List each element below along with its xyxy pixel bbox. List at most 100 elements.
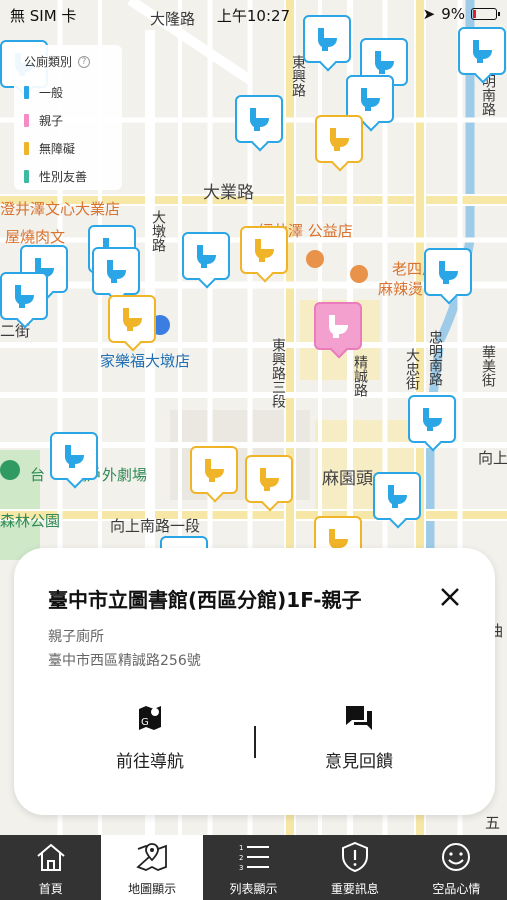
toilet-type: 親子廁所 xyxy=(48,629,104,645)
smiley-icon xyxy=(442,843,471,871)
toilet-icon xyxy=(260,468,279,491)
location-arrow-icon: ➤ xyxy=(422,5,436,23)
toilet-pin-yellow[interactable] xyxy=(108,295,156,343)
toilet-icon xyxy=(375,51,394,74)
battery-percent: 9% xyxy=(441,5,465,23)
action-divider xyxy=(254,726,256,758)
map-label-store-left: 澄井澤文心大業店 xyxy=(0,200,121,218)
svg-text:3: 3 xyxy=(239,864,243,872)
svg-text:2: 2 xyxy=(239,854,243,862)
legend-swatch xyxy=(24,113,29,127)
close-icon[interactable] xyxy=(437,584,463,610)
toilet-pin-blue[interactable] xyxy=(235,95,283,143)
legend-title: 公廁類別 xyxy=(24,55,73,69)
toilet-icon xyxy=(197,245,216,268)
tab-important-news[interactable]: 重要訊息 xyxy=(304,835,405,900)
restaurant-marker-icon[interactable] xyxy=(306,250,324,268)
bottom-tab-bar: 首頁 地圖顯示 1 2 3 列表顯示 重要訊息 空品心情 xyxy=(0,835,507,900)
toilet-detail-card: 臺中市立圖書館(西區分館)1F-親子 親子廁所 臺中市西區精誠路256號 G 前… xyxy=(14,548,495,815)
tab-map[interactable]: 地圖顯示 xyxy=(101,835,203,900)
tab-list[interactable]: 1 2 3 列表顯示 xyxy=(203,835,304,900)
toilet-pin-blue[interactable] xyxy=(424,248,472,296)
map-label-store-left2: 屋燒肉文 xyxy=(5,228,66,246)
toilet-pin-blue[interactable] xyxy=(373,472,421,520)
toilet-icon xyxy=(439,261,458,284)
legend-item: 親子 xyxy=(24,106,112,134)
legend-swatch xyxy=(24,85,29,99)
battery-icon xyxy=(471,8,500,20)
map-label-daye-road: 大業路 xyxy=(203,183,254,203)
feedback-button[interactable]: 意見回饋 xyxy=(289,703,429,772)
toilet-pin-yellow[interactable] xyxy=(240,226,288,274)
tab-air-quality[interactable]: 空品心情 xyxy=(406,835,507,900)
toilet-pin-blue[interactable] xyxy=(50,432,98,480)
chat-feedback-icon xyxy=(346,706,372,730)
legend-item: 性別友善 xyxy=(24,162,112,190)
toilet-pin-blue[interactable] xyxy=(458,27,506,75)
map-label-zhongming: 忠明南路 xyxy=(427,330,443,386)
map-label-tai: 台 xyxy=(30,466,46,484)
toilet-name: 臺中市立圖書館(西區分館)1F-親子 xyxy=(48,588,362,612)
park-marker-icon[interactable] xyxy=(0,460,20,480)
tab-home[interactable]: 首頁 xyxy=(0,835,101,900)
shield-alert-icon xyxy=(341,841,368,873)
toilet-icon xyxy=(250,108,269,131)
toilet-pin-blue[interactable] xyxy=(92,247,140,295)
map-label-wu: 五 xyxy=(485,814,501,832)
map-label-dazhong: 大忠街 xyxy=(404,348,420,390)
map-label-dongxing: 東興路三段 xyxy=(270,338,286,408)
legend-item-label: 性別友善 xyxy=(39,169,88,184)
legend-item: 無障礙 xyxy=(24,134,112,162)
toilet-pin-blue[interactable] xyxy=(408,395,456,443)
toilet-pin-blue[interactable] xyxy=(0,272,48,320)
map-label-huamei: 華美街 xyxy=(480,345,496,387)
map-label-carrefour: 家樂福大墩店 xyxy=(100,352,191,370)
legend-item-label: 親子 xyxy=(39,113,64,128)
legend-swatch xyxy=(24,169,29,183)
toilet-icon xyxy=(205,459,224,482)
legend-item-label: 一般 xyxy=(39,85,64,100)
home-icon xyxy=(37,843,65,871)
map-label-xiangshang: 向上南路一段 xyxy=(110,517,201,535)
navigate-button[interactable]: G 前往導航 xyxy=(80,703,220,772)
tab-label: 空品心情 xyxy=(432,882,481,896)
tab-label: 首頁 xyxy=(38,882,63,896)
restaurant-marker-icon[interactable] xyxy=(350,265,368,283)
tab-label: 重要訊息 xyxy=(330,882,379,896)
toilet-pin-yellow[interactable] xyxy=(190,446,238,494)
toilet-icon xyxy=(123,308,142,331)
toilet-icon xyxy=(15,285,34,308)
toilet-address: 臺中市西區精誠路256號 xyxy=(48,653,201,669)
list-icon: 1 2 3 xyxy=(239,844,269,872)
toilet-icon xyxy=(107,260,126,283)
map-label-mayuan: 麻園頭 xyxy=(322,469,373,489)
toilet-icon xyxy=(473,40,492,63)
toilet-icon xyxy=(65,445,84,468)
toilet-pin-blue[interactable] xyxy=(182,232,230,280)
map-label-mala: 麻辣燙 xyxy=(378,280,424,298)
navigate-label: 前往導航 xyxy=(116,752,184,772)
toilet-pin-yellow[interactable] xyxy=(315,115,363,163)
toilet-icon xyxy=(361,88,380,111)
navigation-icon: G xyxy=(139,706,161,730)
toilet-icon xyxy=(388,485,407,508)
status-bar: 無 SIM 卡 上午10:27 ➤ 9% xyxy=(0,0,507,30)
map-label-forest-park: 森林公園 xyxy=(0,512,61,530)
toilet-icon xyxy=(255,239,274,262)
legend-item: 一般 xyxy=(24,78,112,106)
toilet-pin-pink[interactable] xyxy=(314,302,362,350)
legend-swatch xyxy=(24,141,29,155)
feedback-label: 意見回饋 xyxy=(325,752,393,772)
help-icon[interactable]: ? xyxy=(78,55,91,68)
toilet-pin-yellow[interactable] xyxy=(245,455,293,503)
map-label-xiangshang-right: 向上 xyxy=(478,449,507,467)
category-legend: 公廁類別 ? 一般 親子 無障礙 性別友善 xyxy=(14,45,122,190)
toilet-icon xyxy=(423,408,442,431)
toilet-icon xyxy=(329,315,348,338)
map-icon xyxy=(136,843,168,871)
tab-label: 地圖顯示 xyxy=(128,882,177,896)
svg-text:1: 1 xyxy=(239,844,243,852)
map-label-dadun-road: 大墩路 xyxy=(150,210,166,252)
svg-text:G: G xyxy=(141,717,149,728)
map-label-jingcheng: 精誠路 xyxy=(352,355,368,397)
